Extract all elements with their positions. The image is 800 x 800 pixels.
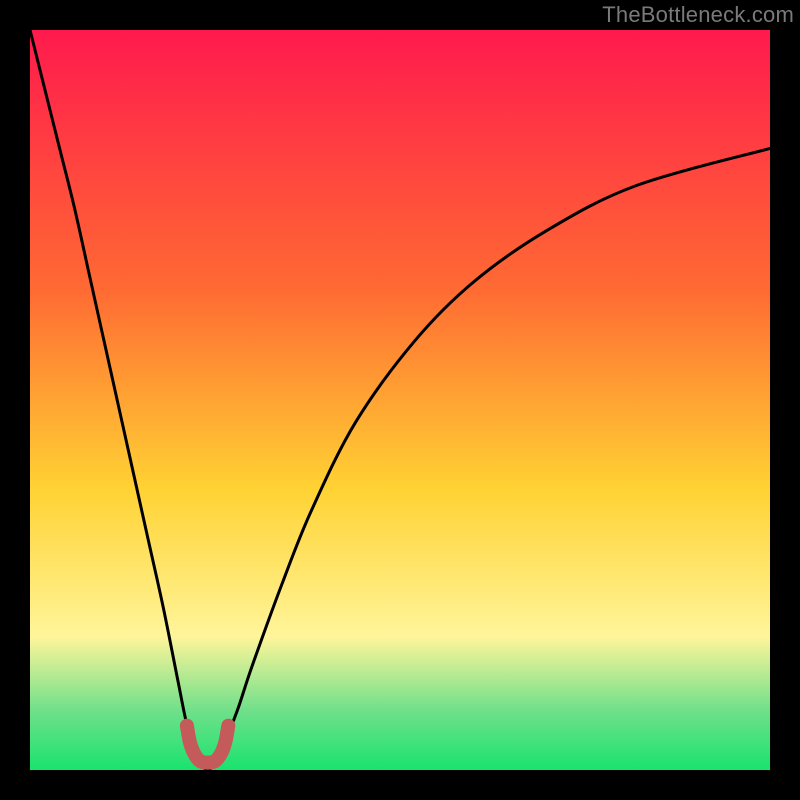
plot-svg bbox=[30, 30, 770, 770]
watermark-text: TheBottleneck.com bbox=[602, 2, 794, 28]
chart-frame: TheBottleneck.com bbox=[0, 0, 800, 800]
plot-area bbox=[30, 30, 770, 770]
gradient-background bbox=[30, 30, 770, 770]
